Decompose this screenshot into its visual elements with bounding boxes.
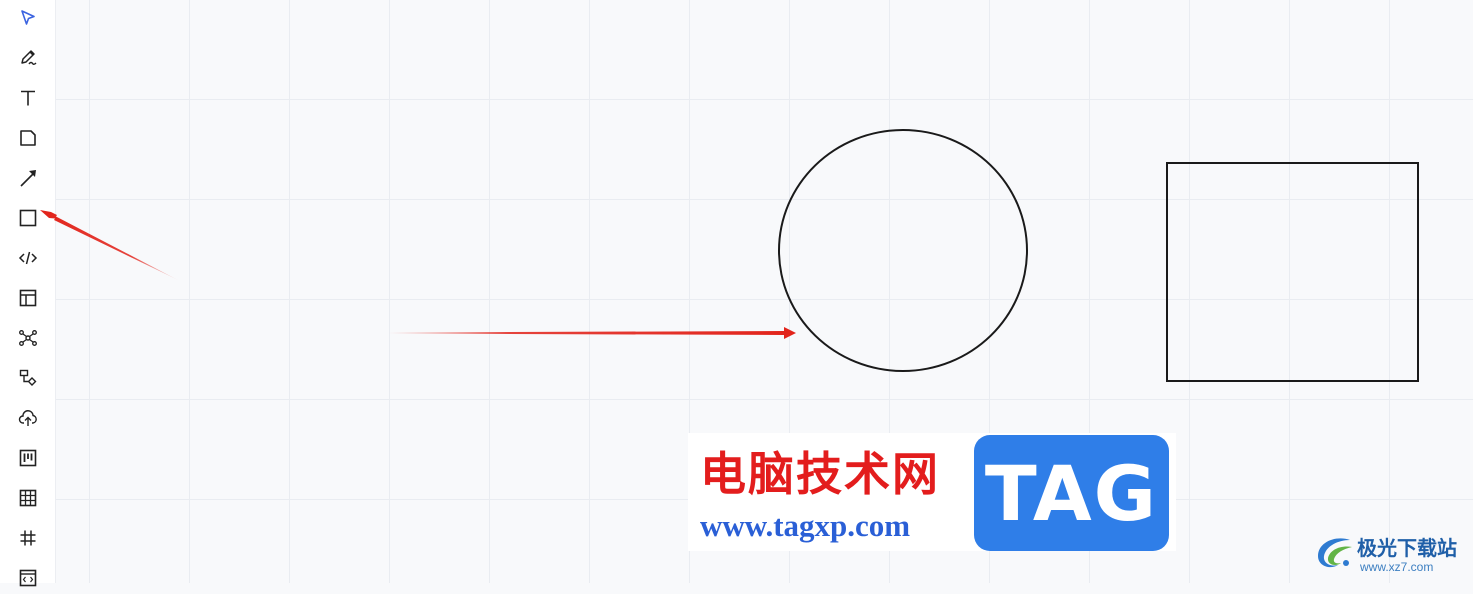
brand-url: www.xz7.com (1360, 560, 1434, 574)
watermark-tag-badge: TAG (974, 435, 1169, 551)
annotation-arrow-to-rectangle-tool (40, 210, 180, 281)
annotation-arrow-to-circle (388, 327, 796, 339)
brand-name: 极光下载站 (1357, 536, 1457, 560)
brand-watermark: 极光下载站 www.xz7.com (1312, 530, 1470, 580)
watermark-url: www.tagxp.com (700, 508, 911, 543)
brand-logo-icon (1318, 538, 1352, 568)
watermark-title: 电脑技术网 (700, 447, 940, 501)
